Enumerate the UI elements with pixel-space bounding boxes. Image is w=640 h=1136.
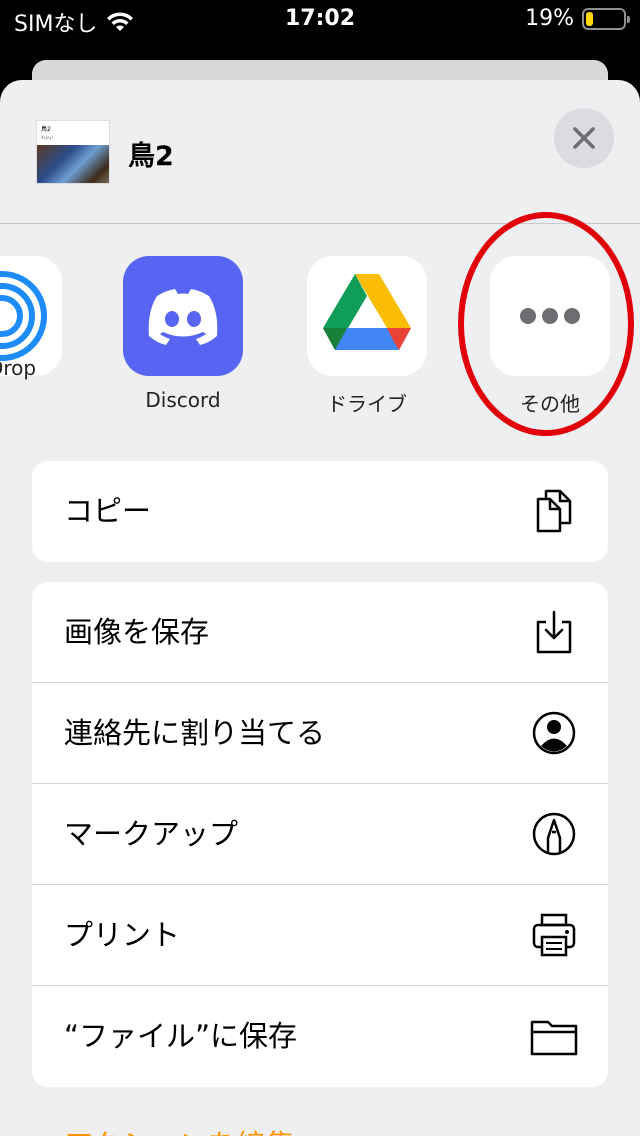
action-save-to-files[interactable]: “ファイル”に保存 bbox=[32, 986, 608, 1087]
close-button[interactable] bbox=[554, 108, 614, 168]
bird-photo bbox=[37, 145, 109, 183]
action-label: “ファイル”に保存 bbox=[64, 1019, 298, 1053]
copy-icon bbox=[536, 489, 572, 533]
action-group-copy: コピー bbox=[32, 461, 608, 562]
action-save-image[interactable]: 画像を保存 bbox=[32, 582, 608, 683]
share-title: 鳥2 bbox=[128, 141, 174, 172]
markup-icon bbox=[532, 812, 576, 856]
image-thumbnail: 鳥2 Xcjsy! bbox=[36, 120, 110, 184]
action-copy[interactable]: コピー bbox=[32, 461, 608, 562]
battery-percent: 19% bbox=[525, 6, 574, 31]
action-print[interactable]: プリント bbox=[32, 885, 608, 986]
app-discord[interactable]: Discord bbox=[93, 256, 273, 412]
action-label: プリント bbox=[64, 918, 181, 952]
status-bar: SIMなし 17:02 19% bbox=[0, 0, 640, 40]
battery-fill bbox=[586, 11, 593, 26]
action-label: 画像を保存 bbox=[64, 615, 210, 649]
app-label-discord: Discord bbox=[145, 388, 221, 412]
edit-actions-link[interactable]: アクションを編集... bbox=[64, 1122, 322, 1136]
close-icon bbox=[573, 127, 595, 149]
highlight-circle bbox=[458, 212, 634, 436]
battery-icon bbox=[582, 7, 630, 30]
folder-icon bbox=[530, 1020, 578, 1056]
action-markup[interactable]: マークアップ bbox=[32, 784, 608, 885]
thumbnail-subtitle: Xcjsy! bbox=[41, 135, 54, 140]
discord-icon bbox=[123, 256, 243, 376]
thumbnail-title: 鳥2 bbox=[41, 126, 51, 133]
save-image-icon bbox=[536, 610, 572, 654]
app-label-airdrop: Drop bbox=[0, 356, 37, 380]
action-group-main: 画像を保存 連絡先に割り当てる マークアップ プリント “ファイル”に保存 bbox=[32, 582, 608, 1087]
printer-icon bbox=[532, 913, 576, 957]
action-label: 連絡先に割り当てる bbox=[64, 716, 326, 750]
status-right: 19% bbox=[525, 6, 630, 31]
app-label-drive: ドライブ bbox=[327, 392, 407, 416]
share-sheet: 鳥2 Xcjsy! 鳥2 Drop bbox=[0, 80, 640, 1136]
action-assign-contact[interactable]: 連絡先に割り当てる bbox=[32, 683, 608, 784]
action-label: マークアップ bbox=[64, 817, 239, 851]
contact-icon bbox=[532, 711, 576, 755]
action-label: コピー bbox=[64, 494, 152, 528]
share-sheet-header: 鳥2 Xcjsy! 鳥2 bbox=[0, 80, 640, 224]
google-drive-icon bbox=[307, 256, 427, 376]
app-google-drive[interactable]: ドライブ bbox=[277, 256, 457, 417]
